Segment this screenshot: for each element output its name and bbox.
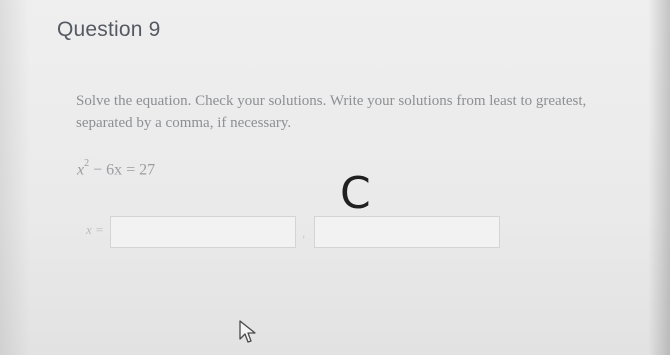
equation-exponent: 2: [84, 158, 90, 169]
loading-spinner-icon: C: [340, 168, 371, 219]
mouse-pointer-icon: [239, 320, 256, 343]
question-instructions: Solve the equation. Check your solutions…: [76, 93, 587, 131]
left-edge-shadow: [0, 0, 30, 355]
answer-variable-label: x =: [86, 222, 104, 237]
answer-input-1[interactable]: [110, 216, 296, 248]
equation-rest: − 6x = 27: [89, 161, 156, 179]
equation: x2 − 6x = 27: [77, 158, 156, 179]
question-screen: Question 9 Solve the equation. Check you…: [0, 0, 670, 355]
answer-input-2[interactable]: [314, 216, 500, 248]
question-title: Question 9: [57, 18, 161, 41]
right-edge-shadow: [648, 0, 670, 355]
answer-separator: ,: [302, 226, 306, 240]
